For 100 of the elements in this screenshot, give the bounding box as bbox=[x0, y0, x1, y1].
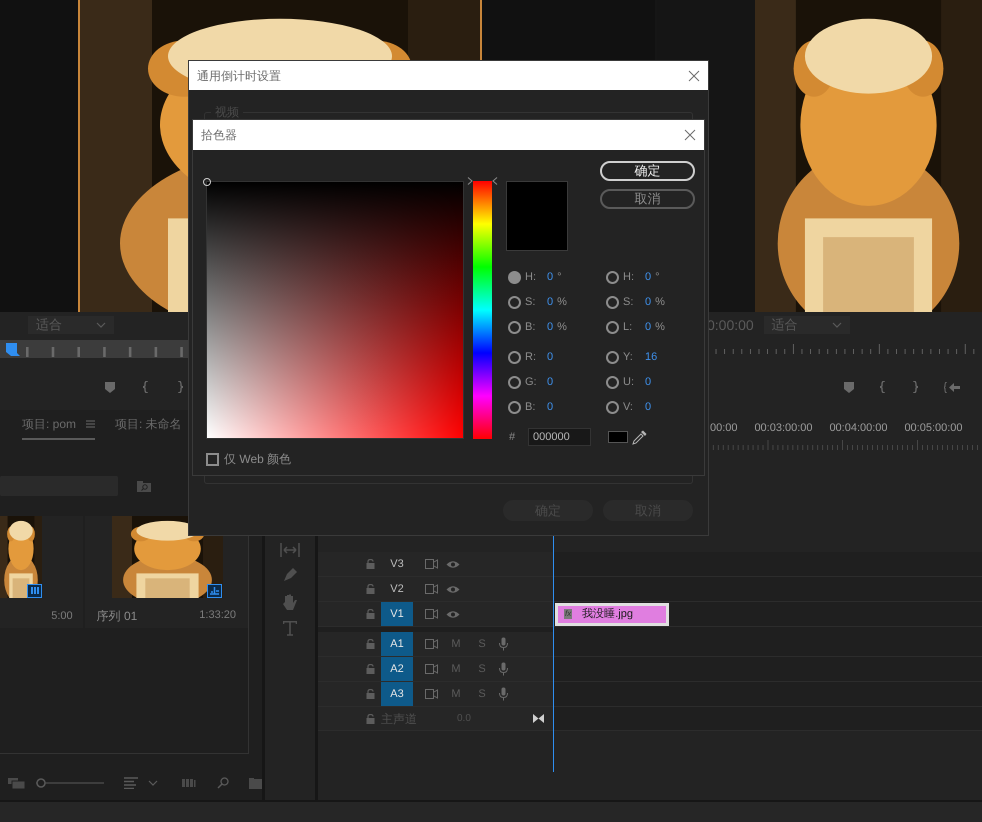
close-icon[interactable] bbox=[688, 70, 700, 82]
radio-button[interactable] bbox=[606, 376, 619, 389]
field-value[interactable]: 0 bbox=[645, 269, 652, 286]
radio-button[interactable] bbox=[508, 401, 521, 414]
radio-button[interactable] bbox=[606, 401, 619, 414]
field-value[interactable]: 0 bbox=[547, 269, 554, 286]
dialog-button[interactable]: 取消 bbox=[600, 189, 695, 209]
radio-button[interactable] bbox=[606, 271, 619, 284]
microphone-icon[interactable] bbox=[499, 662, 508, 676]
chevron-down-icon bbox=[96, 322, 106, 328]
field-value[interactable]: 0 bbox=[645, 319, 652, 336]
lock-icon[interactable] bbox=[366, 664, 375, 674]
bowtie-icon[interactable] bbox=[532, 714, 544, 723]
search-icon[interactable] bbox=[217, 777, 229, 790]
camera-icon[interactable] bbox=[424, 609, 438, 619]
panel-tab[interactable]: 项目: 未命名 bbox=[115, 410, 182, 440]
eye-icon[interactable] bbox=[446, 584, 460, 594]
hex-field[interactable]: 000000 bbox=[528, 428, 591, 446]
stack-icon[interactable] bbox=[8, 778, 26, 789]
slip-tool-icon[interactable] bbox=[280, 543, 300, 557]
checkbox[interactable] bbox=[206, 452, 219, 466]
close-icon[interactable] bbox=[684, 129, 696, 141]
field-value[interactable]: 0 bbox=[547, 374, 554, 391]
freeform-icon[interactable] bbox=[182, 779, 197, 788]
chevron-down-icon bbox=[832, 322, 842, 328]
clip[interactable]: fx 我没睡.jpg bbox=[555, 602, 669, 626]
field-label: U: bbox=[623, 375, 635, 390]
mark-out-icon[interactable] bbox=[177, 381, 183, 393]
hue-handle-icon[interactable] bbox=[467, 177, 498, 185]
microphone-icon[interactable] bbox=[499, 687, 508, 701]
color-swatch bbox=[608, 431, 628, 443]
folder-search-icon[interactable] bbox=[137, 480, 151, 492]
track-label[interactable]: V2 bbox=[381, 577, 413, 601]
lock-icon[interactable] bbox=[366, 714, 375, 724]
ruler-label: 00:04:00:00 bbox=[828, 420, 889, 436]
field-label: B: bbox=[525, 320, 536, 336]
lock-icon[interactable] bbox=[366, 559, 375, 569]
unit-label: ° bbox=[655, 270, 660, 286]
mark-in-icon[interactable] bbox=[143, 381, 149, 393]
ruler-label: 00:05:00:00 bbox=[903, 420, 964, 436]
radio-button[interactable] bbox=[508, 351, 521, 364]
microphone-icon[interactable] bbox=[499, 637, 508, 651]
field-label: H: bbox=[623, 270, 635, 286]
marker-icon[interactable] bbox=[105, 382, 115, 392]
track-label[interactable]: A3 bbox=[381, 682, 413, 706]
dialog-button[interactable]: 确定 bbox=[600, 161, 695, 181]
eye-icon[interactable] bbox=[446, 560, 460, 568]
field-value[interactable]: 0 bbox=[645, 374, 652, 391]
radio-button[interactable] bbox=[508, 376, 521, 389]
lock-icon[interactable] bbox=[366, 689, 375, 699]
radio-button[interactable] bbox=[508, 271, 521, 284]
item-name: 序列 01 bbox=[96, 608, 138, 625]
field-value[interactable]: 0 bbox=[547, 294, 554, 311]
field-value[interactable]: 0 bbox=[547, 399, 554, 416]
hand-tool-icon[interactable] bbox=[282, 593, 298, 611]
radio-button[interactable] bbox=[606, 321, 619, 334]
eyedropper-icon[interactable] bbox=[632, 430, 647, 444]
camera-icon[interactable] bbox=[424, 584, 438, 594]
camera-icon[interactable] bbox=[424, 689, 438, 699]
camera-icon[interactable] bbox=[424, 639, 438, 649]
radio-button[interactable] bbox=[508, 321, 521, 334]
field-label: V: bbox=[623, 400, 634, 416]
playhead-icon[interactable] bbox=[6, 343, 20, 357]
mark-out-icon[interactable] bbox=[912, 381, 918, 393]
unit-label: % bbox=[655, 295, 665, 310]
mark-in-icon[interactable] bbox=[880, 381, 886, 393]
duration-label: 1:33:20 bbox=[199, 608, 236, 624]
clip-name: 我没睡.jpg bbox=[582, 606, 633, 622]
track-label[interactable]: V3 bbox=[381, 552, 413, 576]
camera-icon[interactable] bbox=[424, 559, 438, 569]
folder-icon[interactable] bbox=[249, 778, 262, 789]
saturation-field[interactable] bbox=[206, 181, 464, 439]
lock-icon[interactable] bbox=[366, 639, 375, 649]
zoom-slider[interactable] bbox=[36, 778, 104, 788]
track-label[interactable]: A2 bbox=[381, 657, 413, 681]
field-value[interactable]: 0 bbox=[547, 349, 554, 366]
lock-icon[interactable] bbox=[366, 584, 375, 594]
picker-cursor-icon[interactable] bbox=[203, 178, 211, 186]
track-label[interactable]: A1 bbox=[381, 632, 413, 656]
track-label[interactable]: V1 bbox=[381, 602, 413, 626]
radio-button[interactable] bbox=[606, 351, 619, 364]
type-tool-icon[interactable] bbox=[283, 621, 297, 636]
radio-button[interactable] bbox=[606, 296, 619, 309]
eye-icon[interactable] bbox=[446, 610, 460, 618]
pen-tool-icon[interactable] bbox=[282, 567, 298, 583]
radio-button[interactable] bbox=[508, 296, 521, 309]
camera-icon[interactable] bbox=[424, 664, 438, 674]
marker-icon[interactable] bbox=[844, 382, 854, 392]
unit-label: % bbox=[557, 295, 567, 310]
field-label: R: bbox=[525, 350, 537, 366]
menu-icon[interactable] bbox=[86, 420, 96, 428]
field-value[interactable]: 0 bbox=[645, 294, 652, 311]
lock-icon[interactable] bbox=[366, 609, 375, 619]
field-value[interactable]: 16 bbox=[645, 349, 658, 366]
field-value[interactable]: 0 bbox=[547, 319, 554, 336]
panel-tab[interactable]: 项目: pom bbox=[22, 410, 96, 440]
unit-label: ° bbox=[557, 270, 562, 286]
go-to-in-icon[interactable] bbox=[944, 382, 960, 392]
field-value[interactable]: 0 bbox=[645, 399, 652, 416]
list-icon[interactable] bbox=[124, 777, 138, 790]
